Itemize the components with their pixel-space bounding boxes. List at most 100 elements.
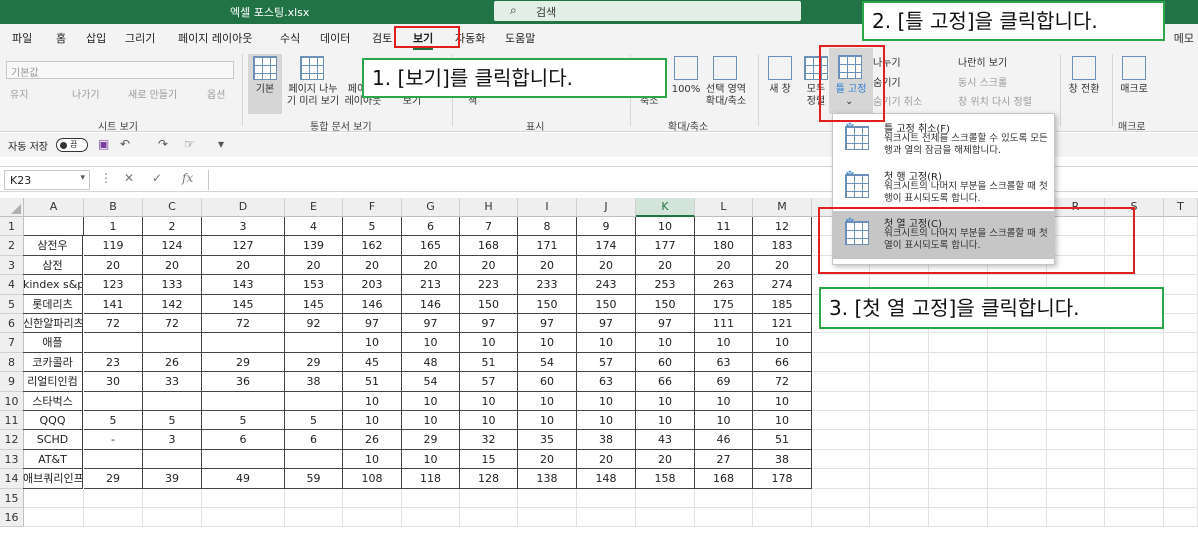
cell-t7[interactable] [1164,333,1198,353]
cell-d9[interactable]: 36 [202,372,285,392]
cell-l16[interactable] [695,508,753,528]
cell-n9[interactable] [812,372,870,392]
cell-f15[interactable] [343,488,402,508]
cell-e3[interactable]: 20 [285,255,343,276]
new-window-button[interactable]: 새 창 [762,84,798,96]
cell-m9[interactable]: 72 [753,372,812,392]
cell-r15[interactable] [1047,488,1105,508]
cell-i14[interactable]: 138 [518,469,577,489]
cell-h11[interactable]: 10 [460,411,518,431]
select-all-button[interactable] [0,198,24,217]
cell-n14[interactable] [812,469,870,489]
tab-draw[interactable]: 그리기 [125,30,155,46]
cell-g10[interactable]: 10 [402,391,460,411]
cell-h16[interactable] [460,508,518,528]
sheet-view-keep[interactable]: 유지 [10,90,28,102]
column-header-i[interactable]: I [518,198,577,217]
cell-s7[interactable] [1105,333,1164,353]
cell-r14[interactable] [1047,469,1105,489]
cell-a16[interactable] [24,508,84,528]
cell-p12[interactable] [929,430,988,450]
cell-l9[interactable]: 69 [695,372,753,392]
cell-d14[interactable]: 49 [202,469,285,489]
cell-t13[interactable] [1164,449,1198,470]
cell-s8[interactable] [1105,352,1164,373]
cell-o7[interactable] [870,333,929,353]
cell-l1[interactable]: 11 [695,217,753,237]
cell-e16[interactable] [285,508,343,528]
cell-f10[interactable]: 10 [343,391,402,411]
cell-r7[interactable] [1047,333,1105,353]
cell-s14[interactable] [1105,469,1164,489]
save-icon[interactable]: ▣ [98,137,109,151]
cell-t4[interactable] [1164,275,1198,295]
cell-a5[interactable]: 롯데리츠 [23,294,83,314]
cell-m6[interactable]: 121 [753,314,812,334]
cell-g16[interactable] [402,508,460,528]
cell-a7[interactable]: 애플 [23,333,83,353]
row-header-5[interactable]: 5 [0,294,24,314]
tab-formulas[interactable]: 수식 [280,30,300,46]
cell-j7[interactable]: 10 [577,333,636,353]
cell-j4[interactable]: 243 [577,275,636,295]
cell-d8[interactable]: 29 [202,352,285,373]
cell-a14[interactable]: 애브쿼리인프라 [23,469,83,489]
cell-o13[interactable] [870,449,929,470]
cell-s16[interactable] [1105,508,1164,528]
cell-p13[interactable] [929,449,988,470]
switch-windows-button[interactable]: 창 전환 [1062,84,1106,96]
cell-e12[interactable]: 6 [285,430,343,450]
cell-b3[interactable]: 20 [84,255,143,276]
cell-a6[interactable]: 신한알파리츠 [23,314,83,334]
column-header-d[interactable]: D [202,198,285,217]
cell-f7[interactable]: 10 [343,333,402,353]
cell-k2[interactable]: 177 [636,236,695,256]
cell-p14[interactable] [929,469,988,489]
cell-d7[interactable] [202,333,285,353]
cell-g15[interactable] [402,488,460,508]
row-header-3[interactable]: 3 [0,255,24,276]
sheet-view-select[interactable]: 기본값 [6,61,234,79]
cell-h14[interactable]: 128 [460,469,518,489]
cell-n15[interactable] [812,488,870,508]
page-break-preview-line1[interactable]: 페이지 나누 [284,84,342,96]
cell-d2[interactable]: 127 [202,236,285,256]
cell-j5[interactable]: 150 [577,294,636,314]
cell-h10[interactable]: 10 [460,391,518,411]
cell-f13[interactable]: 10 [343,449,402,470]
cell-h4[interactable]: 223 [460,275,518,295]
cell-k12[interactable]: 43 [636,430,695,450]
cell-d3[interactable]: 20 [202,255,285,276]
cell-h9[interactable]: 57 [460,372,518,392]
cell-e6[interactable]: 92 [285,314,343,334]
cell-t8[interactable] [1164,352,1198,373]
cell-i16[interactable] [518,508,577,528]
cell-p16[interactable] [929,508,988,528]
cell-i11[interactable]: 10 [518,411,577,431]
cell-e11[interactable]: 5 [285,411,343,431]
cell-m8[interactable]: 66 [753,352,812,373]
sheet-view-options[interactable]: 옵션 [207,90,225,102]
zoom-100-button[interactable]: 100% [668,84,704,96]
cell-e8[interactable]: 29 [285,352,343,373]
cell-o15[interactable] [870,488,929,508]
normal-view-button[interactable]: 기본 [248,84,282,96]
column-header-j[interactable]: J [577,198,636,217]
cell-r12[interactable] [1047,430,1105,450]
reset-window-position-button[interactable]: 창 위치 다시 정렬 [958,97,1032,109]
cell-d10[interactable] [202,391,285,411]
cell-i2[interactable]: 171 [518,236,577,256]
cell-n10[interactable] [812,391,870,411]
cell-o14[interactable] [870,469,929,489]
cell-g6[interactable]: 97 [402,314,460,334]
column-header-h[interactable]: H [460,198,518,217]
column-header-t[interactable]: T [1164,198,1198,217]
cell-g13[interactable]: 10 [402,449,460,470]
cell-c15[interactable] [143,488,202,508]
touch-mode-icon[interactable]: ☞ [184,137,195,151]
cell-t5[interactable] [1164,294,1198,314]
cell-p9[interactable] [929,372,988,392]
cell-f6[interactable]: 97 [343,314,402,334]
cell-g12[interactable]: 29 [402,430,460,450]
cell-c11[interactable]: 5 [143,411,202,431]
